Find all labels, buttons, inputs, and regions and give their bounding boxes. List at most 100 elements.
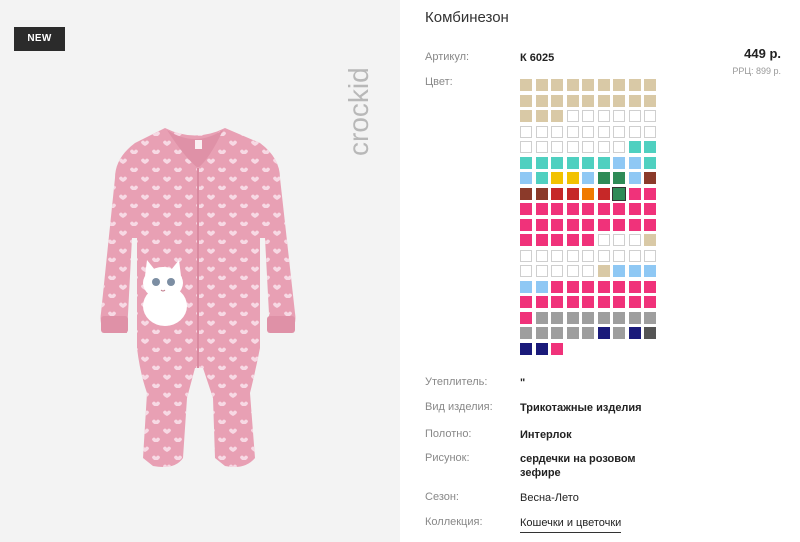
color-swatch[interactable] — [551, 110, 563, 122]
color-swatch[interactable] — [597, 110, 610, 122]
color-swatch[interactable] — [628, 187, 641, 200]
color-swatch[interactable] — [613, 296, 625, 308]
color-swatch[interactable] — [566, 203, 579, 215]
color-swatch[interactable] — [644, 141, 656, 153]
color-swatch[interactable] — [597, 249, 610, 262]
color-swatch[interactable] — [628, 110, 641, 122]
color-swatch[interactable] — [582, 280, 594, 293]
color-swatch[interactable] — [628, 280, 641, 293]
color-swatch[interactable] — [520, 342, 532, 355]
color-swatch[interactable] — [520, 156, 532, 169]
color-swatch[interactable] — [535, 125, 548, 138]
color-swatch[interactable] — [551, 249, 563, 262]
color-swatch[interactable] — [597, 125, 610, 138]
color-swatch[interactable] — [582, 249, 594, 262]
color-swatch[interactable] — [582, 311, 594, 324]
color-swatch[interactable] — [644, 296, 656, 308]
color-swatch[interactable] — [566, 172, 579, 184]
color-swatch[interactable] — [644, 327, 656, 339]
color-swatch[interactable] — [582, 125, 594, 138]
color-swatch[interactable] — [582, 218, 594, 231]
color-swatch[interactable] — [628, 141, 641, 153]
color-swatch[interactable] — [535, 203, 548, 215]
color-swatch[interactable] — [535, 265, 548, 277]
color-swatch[interactable] — [597, 265, 610, 277]
color-swatch[interactable] — [551, 156, 563, 169]
color-swatch[interactable] — [566, 141, 579, 153]
color-swatch[interactable] — [566, 125, 579, 138]
color-swatch[interactable] — [628, 172, 641, 184]
color-swatch[interactable] — [535, 296, 548, 308]
color-swatch[interactable] — [613, 327, 625, 339]
color-swatch[interactable] — [628, 249, 641, 262]
color-swatch[interactable] — [613, 110, 625, 122]
color-swatch[interactable] — [613, 311, 625, 324]
color-swatch[interactable] — [520, 311, 532, 324]
color-swatch[interactable] — [520, 327, 532, 339]
color-swatch[interactable] — [520, 187, 532, 200]
color-swatch[interactable] — [628, 218, 641, 231]
color-swatch[interactable] — [535, 187, 548, 200]
color-swatch[interactable] — [644, 311, 656, 324]
color-swatch[interactable] — [628, 327, 641, 339]
color-swatch[interactable] — [566, 249, 579, 262]
color-swatch[interactable] — [644, 110, 656, 122]
color-swatch[interactable] — [520, 110, 532, 122]
color-swatch[interactable] — [628, 94, 641, 107]
color-swatch[interactable] — [535, 311, 548, 324]
color-swatch[interactable] — [535, 141, 548, 153]
color-swatch[interactable] — [628, 203, 641, 215]
color-swatch[interactable] — [582, 110, 594, 122]
color-swatch[interactable] — [520, 141, 532, 153]
color-swatch[interactable] — [597, 156, 610, 169]
color-swatch[interactable] — [535, 156, 548, 169]
color-swatch[interactable] — [551, 342, 563, 355]
color-swatch[interactable] — [644, 265, 656, 277]
collection-link[interactable]: Кошечки и цветочки — [520, 516, 622, 533]
color-swatch[interactable] — [551, 79, 563, 91]
color-swatch[interactable] — [613, 125, 625, 138]
color-swatch[interactable] — [582, 234, 594, 246]
color-swatch[interactable] — [644, 187, 656, 200]
color-swatch[interactable] — [551, 218, 563, 231]
color-swatch[interactable] — [566, 187, 579, 200]
color-swatch[interactable] — [535, 94, 548, 107]
color-swatch[interactable] — [566, 265, 579, 277]
color-swatch[interactable] — [551, 280, 563, 293]
color-swatch[interactable] — [613, 141, 625, 153]
color-swatch[interactable] — [597, 311, 610, 324]
color-swatch[interactable] — [644, 249, 656, 262]
color-swatch[interactable] — [582, 94, 594, 107]
color-swatch[interactable] — [566, 218, 579, 231]
color-swatch[interactable] — [644, 234, 656, 246]
color-swatch[interactable] — [597, 327, 610, 339]
color-swatch[interactable] — [520, 296, 532, 308]
color-swatch[interactable] — [582, 156, 594, 169]
color-swatch[interactable] — [520, 280, 532, 293]
color-swatch[interactable] — [551, 125, 563, 138]
color-swatch[interactable] — [597, 234, 610, 246]
color-swatch[interactable] — [597, 141, 610, 153]
color-swatch[interactable] — [613, 203, 625, 215]
color-swatch[interactable] — [613, 79, 625, 91]
color-swatch[interactable] — [628, 79, 641, 91]
color-swatch[interactable] — [520, 265, 532, 277]
color-swatch[interactable] — [582, 187, 594, 200]
color-swatch[interactable] — [597, 218, 610, 231]
color-swatch[interactable] — [613, 94, 625, 107]
color-swatch[interactable] — [520, 79, 532, 91]
color-swatch[interactable] — [520, 94, 532, 107]
color-swatch[interactable] — [628, 234, 641, 246]
color-swatch[interactable] — [582, 296, 594, 308]
color-swatch[interactable] — [628, 125, 641, 138]
color-swatch[interactable] — [644, 203, 656, 215]
color-swatch[interactable] — [535, 218, 548, 231]
color-swatch[interactable] — [551, 94, 563, 107]
color-swatch[interactable] — [582, 172, 594, 184]
color-swatch[interactable] — [551, 141, 563, 153]
color-swatch[interactable] — [520, 218, 532, 231]
color-swatch[interactable] — [551, 203, 563, 215]
color-swatch[interactable] — [613, 249, 625, 262]
color-swatch[interactable] — [597, 79, 610, 91]
color-swatch[interactable] — [597, 172, 610, 184]
